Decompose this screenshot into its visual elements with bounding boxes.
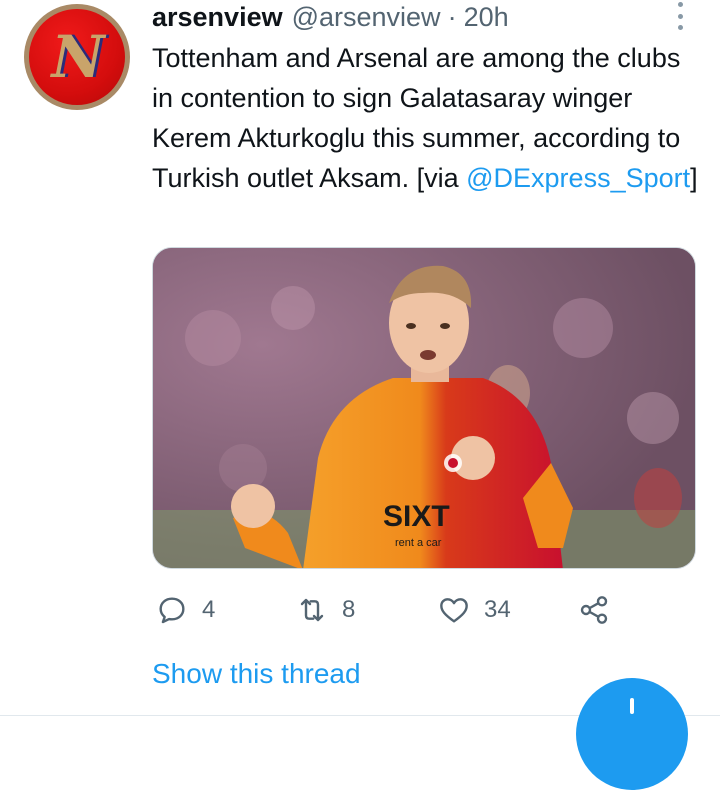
retweet-count: 8: [342, 596, 356, 623]
tweet-header: arsenview @arsenview · 20h: [152, 0, 509, 34]
avatar-logo: N: [29, 9, 125, 105]
player-photo-illustration: SIXT rent a car: [153, 248, 695, 568]
jersey-sponsor-sub: rent a car: [395, 537, 442, 549]
tweet-text-tail: ]: [690, 163, 698, 193]
reply-icon: [159, 597, 185, 624]
jersey-sponsor: SIXT: [383, 500, 450, 533]
retweet-icon: [300, 598, 324, 622]
avatar[interactable]: N: [24, 4, 130, 110]
reply-button[interactable]: 4: [156, 590, 215, 630]
tweet-text: Tottenham and Arsenal are among the club…: [152, 38, 700, 198]
author-name[interactable]: arsenview: [152, 2, 283, 33]
like-icon: [440, 598, 468, 623]
separator-dot: ·: [447, 1, 457, 32]
timestamp[interactable]: 20h: [464, 2, 509, 33]
retweet-button[interactable]: 8: [296, 590, 355, 630]
mention-link[interactable]: @DExpress_Sport: [466, 163, 690, 193]
tweet-actions: 4 8 34: [152, 590, 692, 630]
author-handle[interactable]: @arsenview: [292, 2, 441, 33]
like-count: 34: [484, 596, 511, 623]
reply-count: 4: [202, 596, 216, 623]
like-button[interactable]: 34: [438, 590, 511, 630]
more-icon[interactable]: [672, 2, 688, 30]
share-icon: [580, 596, 608, 624]
tweet-photo[interactable]: SIXT rent a car: [152, 247, 696, 569]
show-thread-link[interactable]: Show this thread: [152, 658, 361, 690]
compose-icon: [630, 698, 634, 714]
compose-button[interactable]: [576, 678, 688, 790]
share-button[interactable]: [578, 590, 610, 630]
